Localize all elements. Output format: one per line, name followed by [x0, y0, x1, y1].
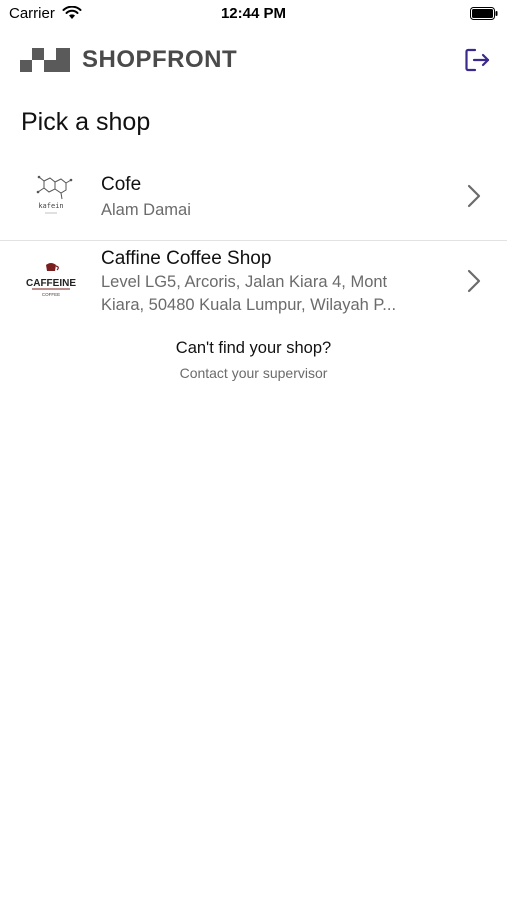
- shop-address: Level LG5, Arcoris, Jalan Kiara 4, Mont …: [101, 271, 441, 317]
- app-header: SHOPFRONT: [0, 44, 507, 78]
- help-subtitle: Contact your supervisor: [179, 365, 328, 381]
- shop-address-line1: Level LG5, Arcoris, Jalan Kiara 4, Mont: [101, 273, 388, 291]
- page-title: Pick a shop: [21, 108, 151, 136]
- checker-logo-icon: [20, 48, 70, 72]
- molecule-logo-icon: kafein: [36, 175, 73, 214]
- logout-icon[interactable]: [463, 46, 491, 74]
- kafein-logo-text: kafein: [38, 202, 63, 210]
- caffeine-logo-text: CAFFEINE: [26, 278, 76, 289]
- shop-item-caffine-coffee-shop[interactable]: CAFFEINE COFFEE Caffine Coffee Shop Leve…: [0, 241, 507, 331]
- status-time: 12:44 PM: [220, 5, 287, 22]
- app-screen: Carrier 12:44 PM SHOPFRONT Pick a shop k…: [0, 0, 507, 900]
- shop-name: Cofe: [101, 174, 142, 195]
- status-bar: Carrier 12:44 PM: [0, 0, 507, 28]
- cup-logo-icon: CAFFEINE COFFEE: [26, 263, 76, 297]
- chevron-right-icon: [467, 269, 481, 293]
- shop-address: Alam Damai: [101, 201, 191, 219]
- shop-list: kafein Cofe Alam Damai CAFFEINE COFFEE C…: [0, 155, 507, 331]
- shop-item-cofe[interactable]: kafein Cofe Alam Damai: [0, 155, 507, 241]
- help-title: Can't find your shop?: [175, 339, 332, 357]
- shop-address-line2: Kiara, 50480 Kuala Lumpur, Wilayah P...: [101, 296, 397, 314]
- battery-icon: [470, 7, 498, 20]
- coffee-logo-text: COFFEE: [42, 292, 60, 297]
- chevron-right-icon: [467, 184, 481, 208]
- app-title: SHOPFRONT: [82, 46, 238, 73]
- shop-name: Caffine Coffee Shop: [101, 248, 272, 269]
